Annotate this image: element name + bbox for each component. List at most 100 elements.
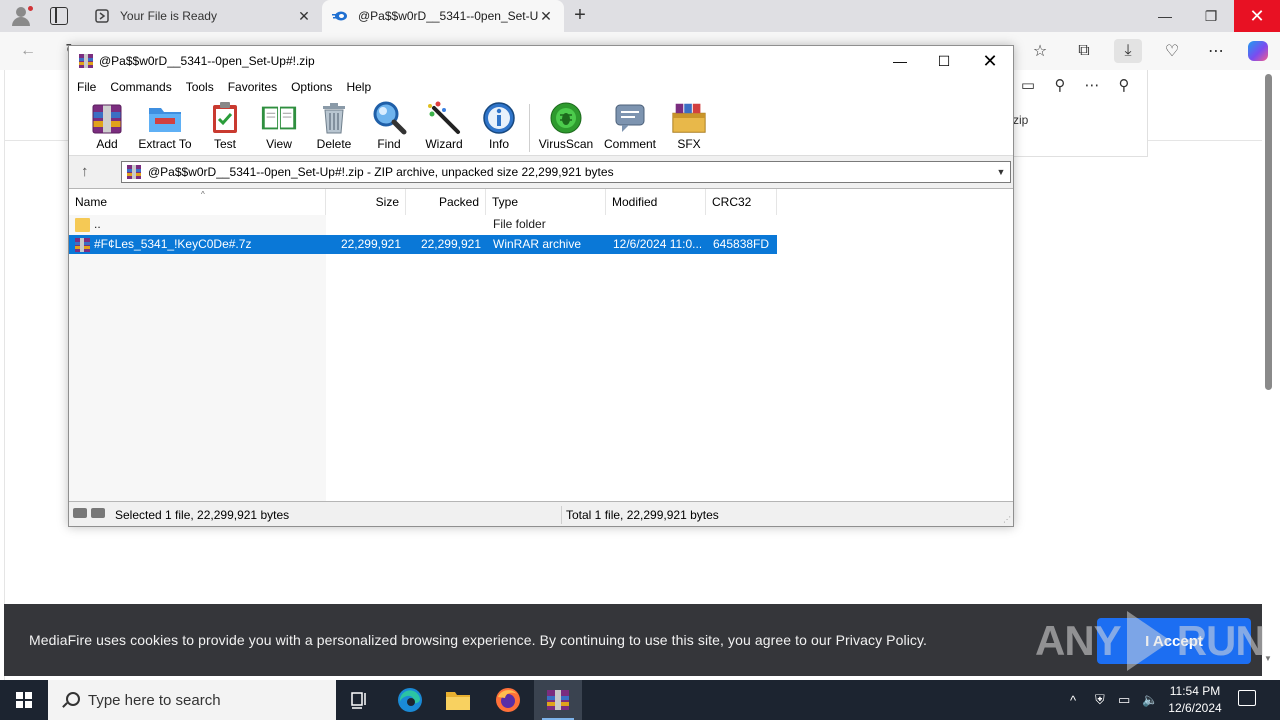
menu-file[interactable]: File (77, 80, 96, 94)
table-row[interactable]: #F¢Les_5341_!KeyC0De#.7z 22,299,921 22,2… (69, 235, 777, 254)
pin-icon[interactable]: ⚲ (1113, 76, 1135, 94)
file-modified (613, 215, 701, 234)
windows-logo-icon (16, 692, 32, 708)
browser-tab-strip: Your File is Ready ✕ @Pa$$w0rD__5341--0p… (0, 0, 1280, 32)
winrar-window: @Pa$$w0rD__5341--0pen_Set-Up#!.zip — ☐ ✕… (68, 45, 1014, 527)
add-archive-icon (88, 100, 126, 136)
menu-help[interactable]: Help (346, 80, 371, 94)
tab-label: @Pa$$w0rD__5341--0pen_Set-Up (358, 9, 538, 23)
winrar-title: @Pa$$w0rD__5341--0pen_Set-Up#!.zip (99, 54, 315, 68)
sort-ascending-icon: ^ (201, 190, 205, 199)
taskbar-search[interactable]: Type here to search (48, 680, 336, 720)
winrar-taskbar-icon[interactable] (534, 680, 582, 720)
cookie-text: MediaFire uses cookies to provide you wi… (29, 632, 928, 648)
delete-trash-icon (315, 100, 353, 136)
toolbar-separator (529, 104, 530, 152)
new-tab-button[interactable]: + (568, 4, 592, 28)
find-button[interactable]: Find (359, 100, 419, 154)
winrar-toolbar: Add Extract To Test View Delete Find Wiz… (69, 98, 1013, 156)
menu-favorites[interactable]: Favorites (228, 80, 277, 94)
status-total: Total 1 file, 22,299,921 bytes (566, 508, 719, 522)
browser-window-controls: — ❐ ✕ (1142, 0, 1280, 32)
more-options-icon[interactable]: ⋯ (1081, 76, 1103, 94)
resize-grip-icon[interactable]: ⋰ (1003, 515, 1011, 524)
notifications-icon[interactable] (1238, 690, 1256, 706)
more-icon[interactable]: ⋯ (1202, 39, 1230, 63)
menu-options[interactable]: Options (291, 80, 332, 94)
downloads-icon[interactable]: ⤓ (1114, 39, 1142, 63)
archive-file-list[interactable]: Name ^ Size Packed Type Modified CRC32 .… (69, 188, 1013, 502)
folder-icon (75, 217, 90, 232)
file-crc: 645838FD (713, 237, 770, 251)
tab-active-download[interactable]: @Pa$$w0rD__5341--0pen_Set-Up ✕ (322, 0, 564, 32)
accept-cookies-button[interactable]: I Accept (1097, 618, 1251, 664)
copilot-icon[interactable] (1244, 39, 1272, 63)
file-type: WinRAR archive (493, 237, 582, 251)
restore-icon[interactable]: ❐ (1188, 0, 1234, 32)
extract-folder-icon (146, 100, 184, 136)
table-row[interactable]: .. File folder (69, 215, 777, 234)
taskbar-clock[interactable]: 11:54 PM 12/6/2024 (1162, 683, 1228, 717)
column-size[interactable]: Size (326, 189, 406, 215)
security-icon[interactable]: ⛨ (1095, 680, 1105, 720)
firefox-icon[interactable] (484, 680, 532, 720)
file-modified: 12/6/2024 11:0... (613, 237, 701, 251)
winrar-status-bar: Selected 1 file, 22,299,921 bytes Total … (69, 504, 1013, 526)
menu-commands[interactable]: Commands (110, 80, 171, 94)
minimize-icon[interactable]: — (877, 46, 923, 76)
test-button[interactable]: Test (195, 100, 255, 154)
minimize-icon[interactable]: — (1142, 0, 1188, 32)
column-modified[interactable]: Modified (606, 189, 706, 215)
browser-essentials-icon[interactable]: ♡ (1158, 39, 1186, 63)
info-button[interactable]: Info (469, 100, 529, 154)
file-packed: 22,299,921 (420, 237, 481, 251)
zip-archive-icon (127, 165, 141, 179)
back-icon[interactable]: ← (16, 39, 40, 63)
maximize-icon[interactable]: ☐ (921, 46, 967, 76)
file-name: #F¢Les_5341_!KeyC0De#.7z (94, 237, 252, 251)
close-window-icon[interactable]: ✕ (1234, 0, 1280, 32)
search-placeholder: Type here to search (88, 691, 221, 709)
wizard-button[interactable]: Wizard (414, 100, 474, 154)
column-packed[interactable]: Packed (406, 189, 486, 215)
clock-time: 11:54 PM (1169, 684, 1221, 698)
chevron-down-icon[interactable]: ▼ (992, 167, 1010, 177)
close-tab-icon[interactable]: ✕ (296, 8, 312, 25)
column-type[interactable]: Type (486, 189, 606, 215)
winrar-title-bar: @Pa$$w0rD__5341--0pen_Set-Up#!.zip — ☐ ✕ (69, 46, 1013, 76)
test-clipboard-icon (206, 100, 244, 136)
profile-icon[interactable] (8, 4, 34, 28)
archive-path-field[interactable]: @Pa$$w0rD__5341--0pen_Set-Up#!.zip - ZIP… (121, 161, 1011, 183)
collections-icon[interactable]: ⧉ (1070, 39, 1098, 63)
tab-actions-icon[interactable] (50, 7, 68, 25)
cookie-banner: MediaFire uses cookies to provide you wi… (4, 604, 1262, 676)
menu-tools[interactable]: Tools (186, 80, 214, 94)
tab-your-file-is-ready[interactable]: Your File is Ready ✕ (84, 0, 322, 32)
comment-button[interactable]: Comment (599, 100, 661, 154)
page-scrollbar[interactable]: ▼ (1262, 70, 1274, 670)
edge-icon[interactable] (386, 680, 434, 720)
virusscan-button[interactable]: VirusScan (535, 100, 597, 154)
extract-to-button[interactable]: Extract To (135, 100, 195, 154)
view-button[interactable]: View (249, 100, 309, 154)
task-view-icon[interactable] (336, 680, 384, 720)
show-hidden-icons-icon[interactable]: ^ (1070, 680, 1076, 720)
sfx-icon (670, 100, 708, 136)
open-folder-icon[interactable]: ▭ (1017, 76, 1039, 94)
drive-icon[interactable] (73, 508, 105, 518)
favorites-icon[interactable]: ☆ (1026, 39, 1054, 63)
delete-button[interactable]: Delete (304, 100, 364, 154)
close-tab-icon[interactable]: ✕ (538, 8, 554, 25)
sfx-button[interactable]: SFX (659, 100, 719, 154)
volume-icon[interactable]: 🔈 (1142, 680, 1158, 720)
start-button[interactable] (0, 680, 48, 720)
download-item-text[interactable]: zip (1013, 113, 1028, 127)
close-window-icon[interactable]: ✕ (967, 46, 1013, 76)
column-crc32[interactable]: CRC32 (706, 189, 777, 215)
add-button[interactable]: Add (77, 100, 137, 154)
file-explorer-icon[interactable] (434, 680, 482, 720)
network-icon[interactable]: ▭ (1118, 680, 1130, 720)
downloads-panel: ▭ ⚲ ⋯ ⚲ zip (1010, 70, 1148, 157)
up-folder-icon[interactable]: ↑ (81, 163, 89, 180)
search-icon[interactable]: ⚲ (1049, 76, 1071, 94)
